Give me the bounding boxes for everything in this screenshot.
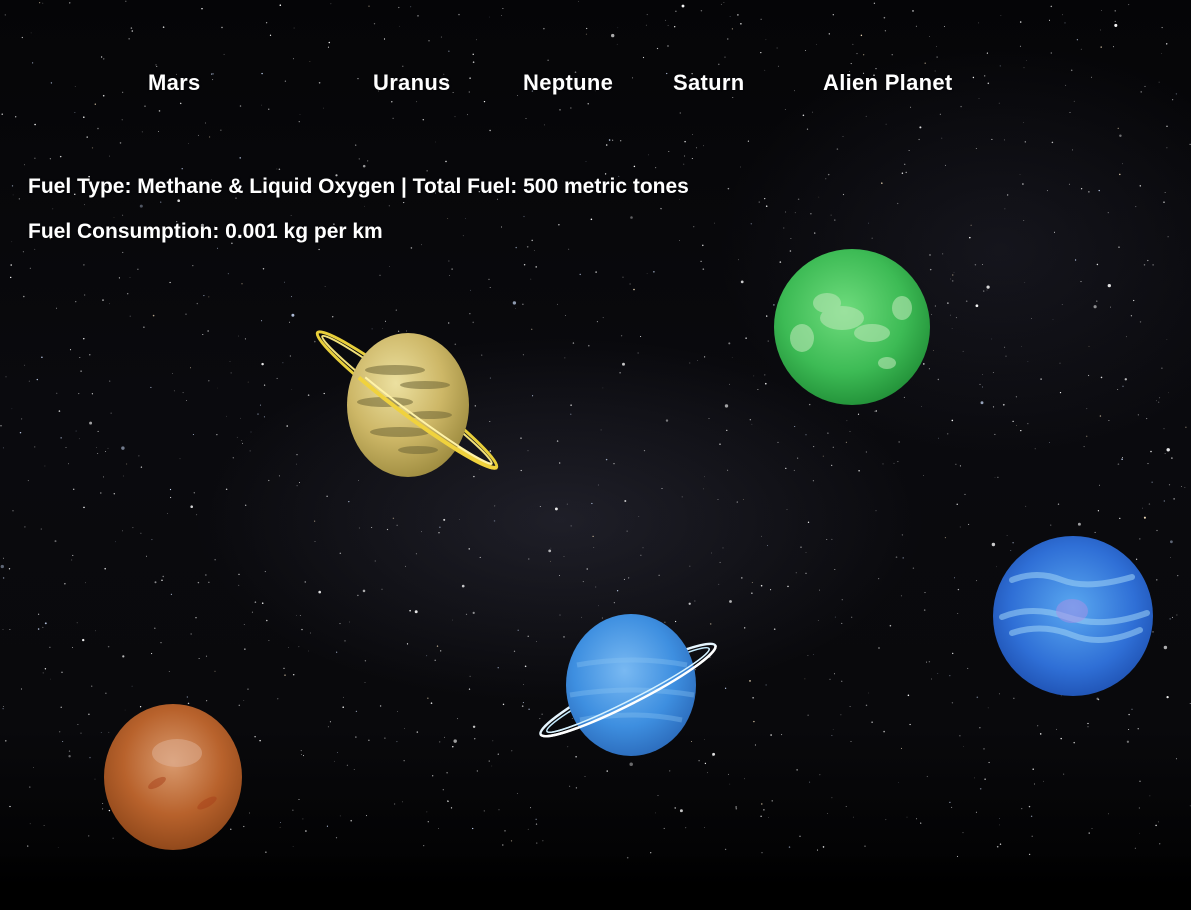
bottom-shadow (0, 850, 1191, 910)
mars-planet[interactable] (102, 703, 244, 853)
saturn-planet[interactable] (300, 310, 515, 490)
fuel-consumption-text: Fuel Consumption: 0.001 kg per km (28, 220, 383, 243)
neptune-planet[interactable] (992, 535, 1156, 699)
nav-mars[interactable]: Mars (148, 70, 201, 96)
uranus-planet[interactable] (532, 610, 722, 760)
fuel-info-text: Fuel Type: Methane & Liquid Oxygen | Tot… (28, 175, 689, 198)
space-scene: Mars Uranus Neptune Saturn Alien Planet … (0, 0, 1191, 910)
alien-planet[interactable] (772, 248, 932, 408)
nav-alien-planet[interactable]: Alien Planet (823, 70, 953, 96)
nav-saturn[interactable]: Saturn (673, 70, 744, 96)
nav-uranus[interactable]: Uranus (373, 70, 451, 96)
nav-neptune[interactable]: Neptune (523, 70, 613, 96)
